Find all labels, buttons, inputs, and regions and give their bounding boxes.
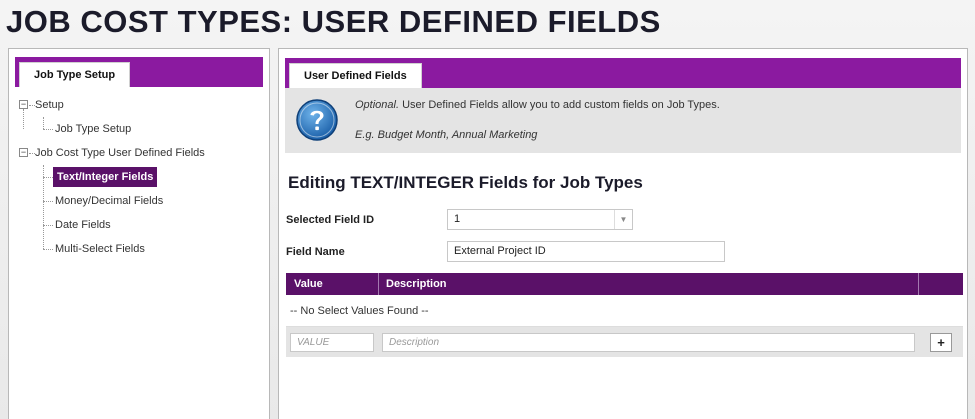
selected-field-id-label: Selected Field ID bbox=[286, 214, 375, 226]
tree-item-label: Multi-Select Fields bbox=[55, 243, 145, 255]
chevron-down-icon[interactable]: ▼ bbox=[614, 210, 632, 229]
left-tabbar: Job Type Setup bbox=[15, 57, 263, 87]
field-name-label: Field Name bbox=[286, 246, 345, 258]
selected-field-id-value: 1 bbox=[454, 213, 461, 225]
tree-item-multi-select-fields[interactable]: Multi-Select Fields bbox=[15, 237, 263, 261]
table-add-row: VALUE Description + bbox=[286, 327, 963, 357]
collapse-icon[interactable]: − bbox=[19, 148, 28, 157]
left-panel: Job Type Setup − Setup Job Type Setup − … bbox=[8, 48, 270, 419]
tree-item-money-decimal-fields[interactable]: Money/Decimal Fields bbox=[15, 189, 263, 213]
table-header: Value Description bbox=[286, 273, 963, 295]
tree-item-label-selected: Text/Integer Fields bbox=[53, 167, 158, 187]
column-header-description[interactable]: Description bbox=[378, 273, 918, 295]
tree-item-label: Money/Decimal Fields bbox=[55, 195, 164, 207]
tree-item-job-cost-type-udf[interactable]: − Job Cost Type User Defined Fields bbox=[15, 141, 263, 165]
optional-label: Optional. bbox=[355, 99, 400, 111]
tree-item-label: Job Cost Type User Defined Fields bbox=[35, 147, 205, 159]
tree-item-setup[interactable]: − Setup bbox=[15, 93, 263, 117]
tab-job-type-setup[interactable]: Job Type Setup bbox=[19, 62, 131, 87]
info-text: Optional. User Defined Fields allow you … bbox=[355, 99, 720, 111]
value-input[interactable]: VALUE bbox=[290, 333, 374, 352]
page-title: JOB COST TYPES: USER DEFINED FIELDS bbox=[6, 4, 661, 39]
selected-field-id-select[interactable]: 1 ▼ bbox=[447, 209, 633, 230]
setup-tree: − Setup Job Type Setup − Job Cost Type U… bbox=[15, 93, 263, 261]
info-box: Optional. User Defined Fields allow you … bbox=[285, 88, 961, 153]
tree-item-job-type-setup[interactable]: Job Type Setup bbox=[15, 117, 263, 141]
column-header-value[interactable]: Value bbox=[286, 273, 378, 295]
tree-item-label: Setup bbox=[35, 99, 64, 111]
right-panel: User Defined Fields Optional. User Defin… bbox=[278, 48, 968, 419]
table-empty-message: -- No Select Values Found -- bbox=[286, 295, 963, 327]
info-description: User Defined Fields allow you to add cus… bbox=[399, 99, 720, 111]
tree-item-label: Job Type Setup bbox=[55, 123, 132, 135]
right-tabbar: User Defined Fields bbox=[285, 58, 961, 88]
description-input[interactable]: Description bbox=[382, 333, 915, 352]
editing-heading: Editing TEXT/INTEGER Fields for Job Type… bbox=[288, 173, 643, 192]
tree-item-date-fields[interactable]: Date Fields bbox=[15, 213, 263, 237]
tab-user-defined-fields[interactable]: User Defined Fields bbox=[289, 63, 422, 88]
info-example: E.g. Budget Month, Annual Marketing bbox=[355, 129, 538, 141]
select-values-table: Value Description -- No Select Values Fo… bbox=[286, 273, 963, 357]
tree-item-text-integer-fields[interactable]: Text/Integer Fields bbox=[15, 165, 263, 189]
help-icon bbox=[296, 99, 338, 141]
tree-item-label: Date Fields bbox=[55, 219, 111, 231]
field-name-input[interactable]: External Project ID bbox=[447, 241, 725, 262]
add-value-button[interactable]: + bbox=[930, 333, 952, 352]
collapse-icon[interactable]: − bbox=[19, 100, 28, 109]
